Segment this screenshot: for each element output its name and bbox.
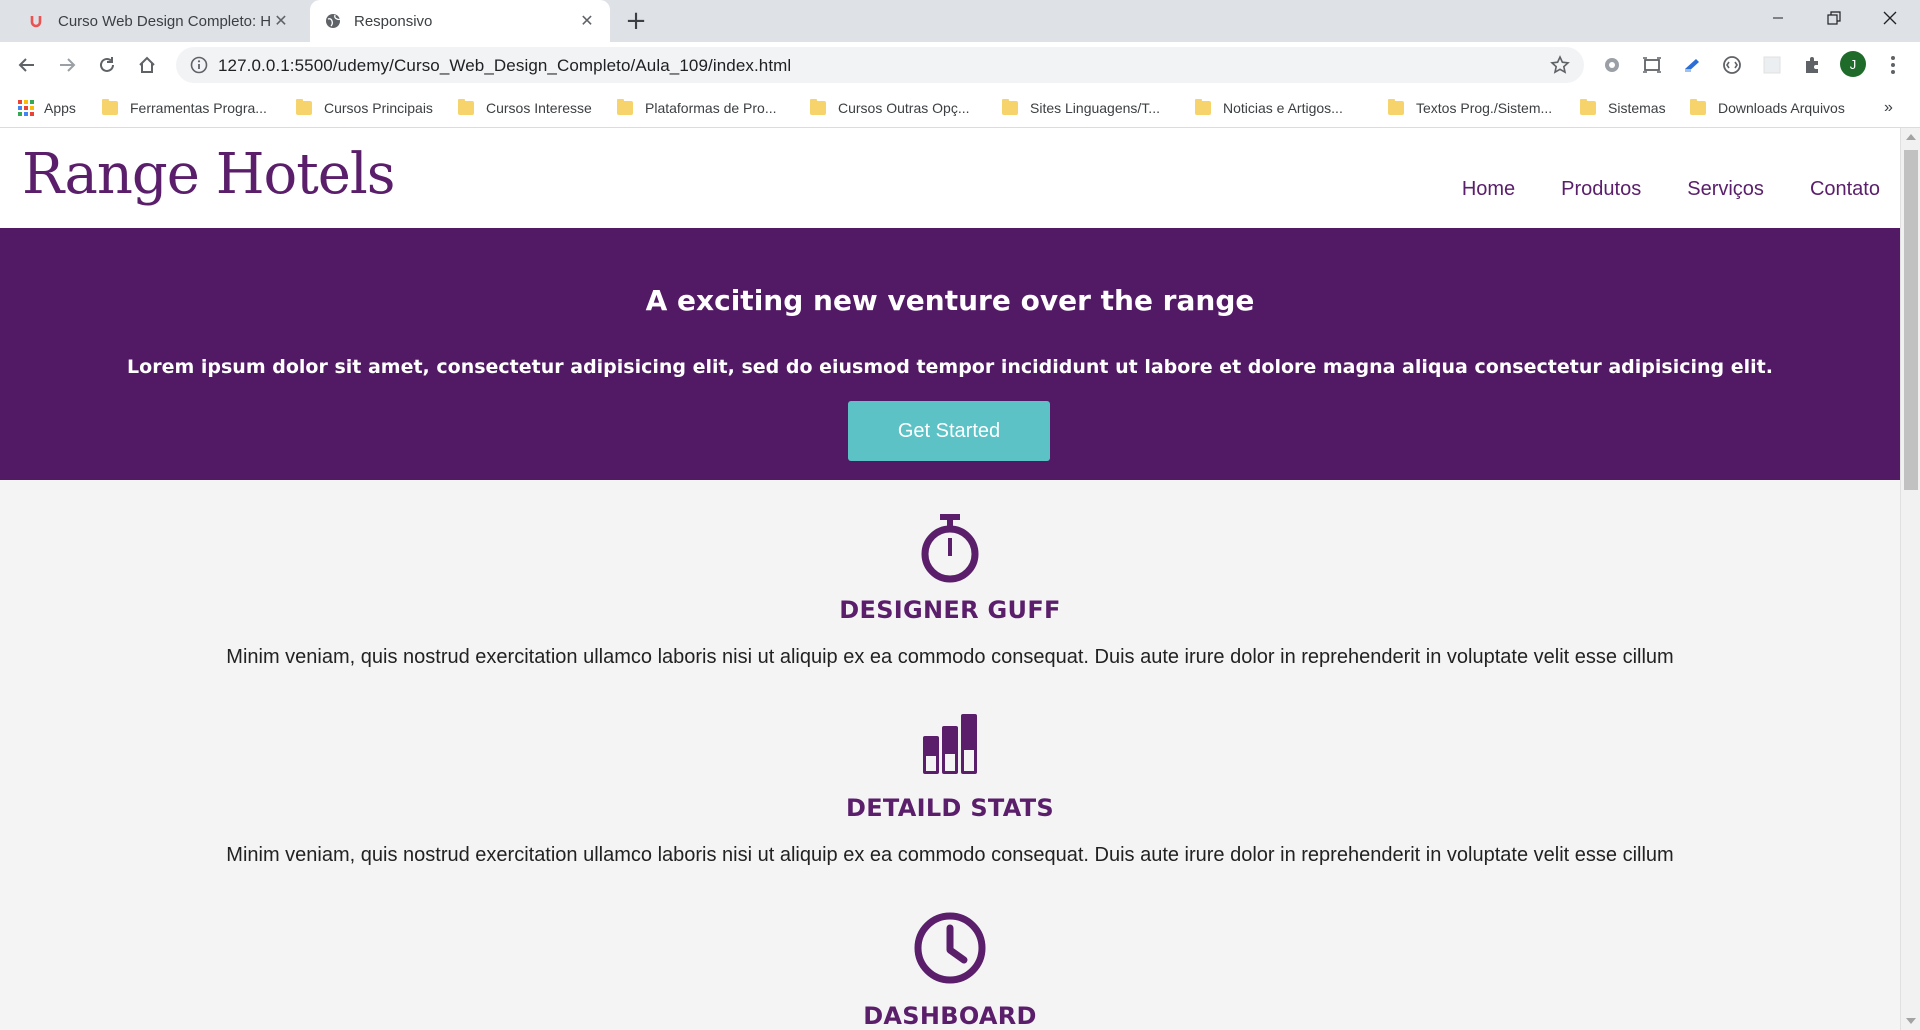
- nav-produtos[interactable]: Produtos: [1561, 178, 1641, 201]
- get-started-button[interactable]: Get Started: [848, 401, 1050, 461]
- forward-arrow-icon: [60, 58, 76, 72]
- folder-icon: [1580, 99, 1596, 115]
- feature-text: Minim veniam, quis nostrud exercitation …: [226, 646, 1674, 668]
- bar-stats-icon: [923, 714, 977, 774]
- bookmarks-overflow-button[interactable]: »: [1884, 96, 1893, 120]
- address-bar[interactable]: 127.0.0.1:5500/udemy/Curso_Web_Design_Co…: [176, 47, 1584, 83]
- minimize-button[interactable]: [1750, 0, 1806, 36]
- bookmark-label: Apps: [44, 100, 76, 116]
- home-button[interactable]: [132, 50, 162, 80]
- scroll-down-arrow[interactable]: [1906, 1018, 1916, 1024]
- tab-title: Curso Web Design Completo: HT: [58, 12, 270, 30]
- tab-title: Responsivo: [354, 12, 433, 30]
- main-nav: Home Produtos Serviços Contato: [1436, 178, 1900, 201]
- profile-avatar[interactable]: J: [1840, 51, 1866, 77]
- bookmark-label: Ferramentas Progra...: [130, 100, 267, 116]
- scroll-up-arrow[interactable]: [1906, 134, 1916, 140]
- back-arrow-icon: [18, 58, 34, 72]
- back-button[interactable]: [12, 50, 42, 80]
- bookmark-folder[interactable]: Sistemas: [1580, 96, 1666, 120]
- new-tab-button[interactable]: +: [622, 8, 650, 36]
- nav-contato[interactable]: Contato: [1810, 178, 1880, 201]
- folder-icon: [617, 99, 633, 115]
- bookmark-label: Cursos Interesse: [486, 100, 592, 116]
- bookmarks-bar: Apps Ferramentas Progra... Cursos Princi…: [0, 88, 1920, 128]
- browser-chrome: Curso Web Design Completo: HT ✕ Responsi…: [0, 0, 1920, 128]
- udemy-icon: [28, 12, 46, 30]
- extension-blue-icon[interactable]: [1681, 54, 1703, 76]
- hero-text: Lorem ipsum dolor sit amet, consectetur …: [127, 356, 1773, 378]
- close-icon[interactable]: ✕: [270, 10, 292, 32]
- stopwatch-icon: [921, 514, 979, 583]
- extension-placeholder-icon[interactable]: [1761, 54, 1783, 76]
- reload-icon: [100, 57, 114, 72]
- bookmark-folder[interactable]: Noticias e Artigos...: [1195, 96, 1343, 120]
- page-viewport: Range Hotels Home Produtos Serviços Cont…: [0, 128, 1900, 1030]
- feature-title: DETAILD STATS: [846, 794, 1054, 822]
- screenshot-icon[interactable]: [1641, 54, 1663, 76]
- site-logo[interactable]: Range Hotels: [22, 142, 396, 207]
- nav-servicos[interactable]: Serviços: [1687, 178, 1764, 201]
- browser-menu-button[interactable]: [1882, 52, 1904, 78]
- page-scrollbar[interactable]: [1900, 128, 1920, 1030]
- bookmark-label: Sistemas: [1608, 100, 1666, 116]
- site-header: Range Hotels Home Produtos Serviços Cont…: [0, 128, 1900, 228]
- folder-icon: [1002, 99, 1018, 115]
- bookmark-folder[interactable]: Downloads Arquivos: [1690, 96, 1845, 120]
- url-text[interactable]: 127.0.0.1:5500/udemy/Curso_Web_Design_Co…: [218, 56, 791, 76]
- tab-responsivo[interactable]: Responsivo ✕: [310, 0, 610, 42]
- feature-title: DESIGNER GUFF: [839, 596, 1061, 624]
- reload-button[interactable]: [92, 50, 122, 80]
- bookmark-apps[interactable]: Apps: [18, 96, 76, 120]
- extension-gear-icon[interactable]: [1601, 54, 1623, 76]
- globe-icon: [324, 12, 342, 30]
- folder-icon: [296, 99, 312, 115]
- folder-icon: [1690, 99, 1706, 115]
- bookmark-folder[interactable]: Cursos Interesse: [458, 96, 592, 120]
- hero-section: A exciting new venture over the range Lo…: [0, 228, 1900, 480]
- nav-home[interactable]: Home: [1462, 178, 1515, 201]
- bookmark-folder[interactable]: Sites Linguagens/T...: [1002, 96, 1160, 120]
- bookmark-folder[interactable]: Plataformas de Pro...: [617, 96, 777, 120]
- scrollbar-thumb[interactable]: [1904, 150, 1918, 490]
- forward-button[interactable]: [52, 50, 82, 80]
- bookmark-label: Cursos Outras Opç...: [838, 100, 970, 116]
- close-window-button[interactable]: [1862, 0, 1918, 36]
- live-server-icon[interactable]: [1721, 54, 1743, 76]
- home-icon: [139, 56, 155, 73]
- hero-title: A exciting new venture over the range: [645, 284, 1255, 317]
- restore-button[interactable]: [1806, 0, 1862, 36]
- puzzle-icon[interactable]: [1801, 54, 1823, 76]
- folder-icon: [1195, 99, 1211, 115]
- folder-icon: [458, 99, 474, 115]
- apps-grid-icon: [18, 100, 34, 116]
- bookmark-label: Cursos Principais: [324, 100, 433, 116]
- clock-icon: [914, 912, 986, 984]
- bookmark-label: Plataformas de Pro...: [645, 100, 777, 116]
- tab-strip: Curso Web Design Completo: HT ✕ Responsi…: [0, 0, 1920, 42]
- folder-icon: [102, 99, 118, 115]
- bookmark-folder[interactable]: Cursos Outras Opç...: [810, 96, 969, 120]
- tab-curso-web-design[interactable]: Curso Web Design Completo: HT ✕: [14, 0, 304, 42]
- bookmark-star-icon[interactable]: [1550, 55, 1570, 75]
- browser-toolbar: 127.0.0.1:5500/udemy/Curso_Web_Design_Co…: [0, 42, 1920, 88]
- feature-text: Minim veniam, quis nostrud exercitation …: [226, 844, 1674, 866]
- close-icon[interactable]: ✕: [576, 10, 598, 32]
- folder-icon: [810, 99, 826, 115]
- bookmark-label: Downloads Arquivos: [1718, 100, 1845, 116]
- bookmark-label: Noticias e Artigos...: [1223, 100, 1343, 116]
- bookmark-label: Textos Prog./Sistem...: [1416, 100, 1553, 116]
- folder-icon: [1388, 99, 1404, 115]
- bookmark-folder[interactable]: Cursos Principais: [296, 96, 433, 120]
- feature-title: DASHBOARD: [863, 1002, 1037, 1030]
- bookmark-folder[interactable]: Textos Prog./Sistem...: [1388, 96, 1552, 120]
- bookmark-folder[interactable]: Ferramentas Progra...: [102, 96, 267, 120]
- bookmark-label: Sites Linguagens/T...: [1030, 100, 1160, 116]
- info-icon[interactable]: [190, 56, 208, 74]
